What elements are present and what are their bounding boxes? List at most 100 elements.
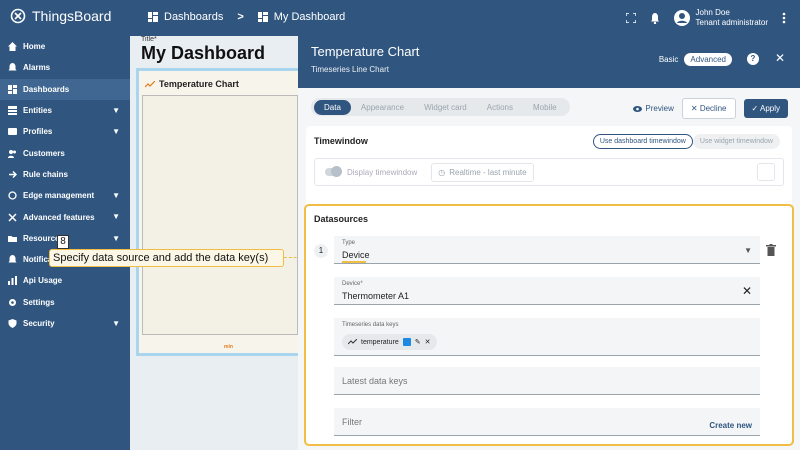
sidebar-item-api-usage[interactable]: Api Usage xyxy=(0,270,130,291)
sidebar-item-profiles[interactable]: Profiles ▼ xyxy=(0,121,130,142)
sidebar-item-dashboards[interactable]: Dashboards xyxy=(0,78,130,100)
tutorial-callout: Specify data source and add the data key… xyxy=(49,249,284,267)
sidebar-item-advanced-features[interactable]: Advanced features ▼ xyxy=(0,206,130,227)
datasources-title: Datasources xyxy=(314,214,369,224)
remove-key-icon[interactable]: ✕ xyxy=(425,338,431,346)
sidebar-item-label: Edge management xyxy=(23,191,95,201)
sidebar-item-edge-management[interactable]: Edge management ▼ xyxy=(0,185,130,206)
sidebar-item-customers[interactable]: Customers xyxy=(0,142,130,163)
tab-actions[interactable]: Actions xyxy=(477,100,523,115)
filter-icon[interactable] xyxy=(757,163,775,181)
edit-icon[interactable]: ✎ xyxy=(415,338,421,346)
sidebar-item-security[interactable]: Security ▼ xyxy=(0,313,130,334)
line-chart-icon xyxy=(145,80,155,87)
delete-icon[interactable] xyxy=(766,244,776,256)
eye-icon xyxy=(633,105,643,112)
use-dashboard-timewindow[interactable]: Use dashboard timewindow xyxy=(592,134,693,149)
latest-keys-placeholder: Latest data keys xyxy=(342,376,408,386)
step-badge: 8 xyxy=(57,235,69,249)
widget-axis-label: min xyxy=(224,344,233,350)
data-key-chip[interactable]: temperature ✎ ✕ xyxy=(342,334,437,350)
panel-subtitle: Timeseries Line Chart xyxy=(311,65,389,74)
dropdown-arrow-icon: ▼ xyxy=(744,246,752,255)
create-new-link[interactable]: Create new xyxy=(709,421,752,430)
breadcrumb-dashboards[interactable]: Dashboards xyxy=(164,11,223,23)
apply-button[interactable]: ✓ Apply xyxy=(743,99,788,118)
latest-keys-field[interactable]: Latest data keys xyxy=(334,367,760,395)
close-icon[interactable]: ✕ xyxy=(775,51,785,65)
mode-basic[interactable]: Basic xyxy=(659,55,679,64)
chevron-down-icon: ▼ xyxy=(112,212,120,222)
preview-button[interactable]: Preview xyxy=(633,104,674,113)
sidebar-item-label: Security xyxy=(23,319,55,328)
top-actions: John Doe Tenant administrator xyxy=(625,8,786,28)
tools-icon xyxy=(8,212,17,222)
realtime-selector[interactable]: ◷ Realtime - last minute xyxy=(431,162,534,182)
datasource-index: 1 xyxy=(314,244,328,258)
sidebar-item-home[interactable]: Home xyxy=(0,36,130,57)
folder-icon xyxy=(8,235,17,242)
sidebar-item-label: Home xyxy=(23,42,46,52)
sidebar-item-settings[interactable]: Settings xyxy=(0,292,130,313)
user-menu[interactable]: John Doe Tenant administrator xyxy=(673,8,768,28)
editor-tabs: Data Appearance Widget card Actions Mobi… xyxy=(311,98,570,116)
filter-field[interactable]: Filter Create new xyxy=(334,408,760,436)
breadcrumb-separator: > xyxy=(237,11,244,23)
avatar-icon xyxy=(673,10,690,26)
thingsboard-logo-icon xyxy=(10,8,26,24)
widget-title-text: Temperature Chart xyxy=(159,79,239,89)
preview-label: Preview xyxy=(645,104,674,113)
app-logo[interactable]: ThingsBoard xyxy=(10,8,111,24)
tab-data[interactable]: Data xyxy=(314,99,351,115)
breadcrumb: Dashboards > My Dashboard xyxy=(148,11,345,23)
timeseries-keys-field[interactable]: Timeseries data keys temperature ✎ ✕ xyxy=(334,318,760,356)
chevron-down-icon: ▼ xyxy=(112,233,120,243)
entities-icon xyxy=(8,106,17,116)
panel-title: Temperature Chart xyxy=(311,44,420,59)
chevron-down-icon: ▼ xyxy=(112,105,120,115)
sidebar-item-rule-chains[interactable]: Rule chains xyxy=(0,164,130,185)
notifications-bell-icon[interactable] xyxy=(650,12,660,24)
realtime-label: Realtime - last minute xyxy=(449,167,527,177)
device-field[interactable]: Device* Thermometer A1 ✕ xyxy=(334,277,760,305)
timewindow-title: Timewindow xyxy=(314,136,368,146)
sidebar-item-label: Advanced features xyxy=(23,212,95,222)
sidebar-item-label: Alarms xyxy=(23,63,51,73)
display-timewindow-label: Display timewindow xyxy=(347,167,418,177)
sidebar-item-label: Rule chains xyxy=(23,169,68,179)
help-icon[interactable]: ? xyxy=(747,53,759,65)
sidebar-item-entities[interactable]: Entities ▼ xyxy=(0,100,130,121)
line-chart-icon xyxy=(348,339,357,345)
editor-actions: Preview ✕ Decline ✓ Apply xyxy=(633,98,788,119)
type-select[interactable]: Type Device ▼ xyxy=(334,236,760,264)
sidebar-item-alarms[interactable]: Alarms xyxy=(0,57,130,78)
app-name: ThingsBoard xyxy=(32,8,112,24)
datasources-card: Datasources 1 Type Device ▼ Device* Ther… xyxy=(304,204,794,446)
fullscreen-icon[interactable] xyxy=(625,13,636,23)
tab-appearance[interactable]: Appearance xyxy=(351,100,414,115)
mode-advanced[interactable]: Advanced xyxy=(684,53,732,66)
profiles-icon xyxy=(8,128,17,136)
timewindow-row: Display timewindow ◷ Realtime - last min… xyxy=(314,158,784,186)
sidebar-item-label: Api Usage xyxy=(23,276,63,286)
type-label: Type xyxy=(342,240,356,246)
tab-mobile[interactable]: Mobile xyxy=(523,100,567,115)
dashboard-title[interactable]: My Dashboard xyxy=(141,43,265,64)
gear-icon xyxy=(9,298,16,306)
more-vert-icon[interactable] xyxy=(782,12,786,24)
edge-icon xyxy=(8,191,17,200)
decline-button[interactable]: ✕ Decline xyxy=(681,98,736,119)
temperature-chart-widget[interactable]: Temperature Chart min xyxy=(136,68,302,356)
home-icon xyxy=(8,42,17,52)
use-widget-timewindow[interactable]: Use widget timewindow xyxy=(692,134,780,149)
user-name: John Doe xyxy=(695,8,730,17)
notification-icon xyxy=(8,255,17,263)
clear-icon[interactable]: ✕ xyxy=(742,284,752,298)
mode-toggle[interactable]: Basic Advanced xyxy=(659,53,732,66)
apply-label: Apply xyxy=(759,104,780,113)
panel-header: Temperature Chart Timeseries Line Chart … xyxy=(298,36,800,88)
tab-widget-card[interactable]: Widget card xyxy=(414,100,477,115)
display-timewindow-toggle[interactable] xyxy=(325,166,342,177)
key-color-swatch[interactable] xyxy=(402,338,411,346)
sidebar-item-label: Entities xyxy=(23,106,52,116)
